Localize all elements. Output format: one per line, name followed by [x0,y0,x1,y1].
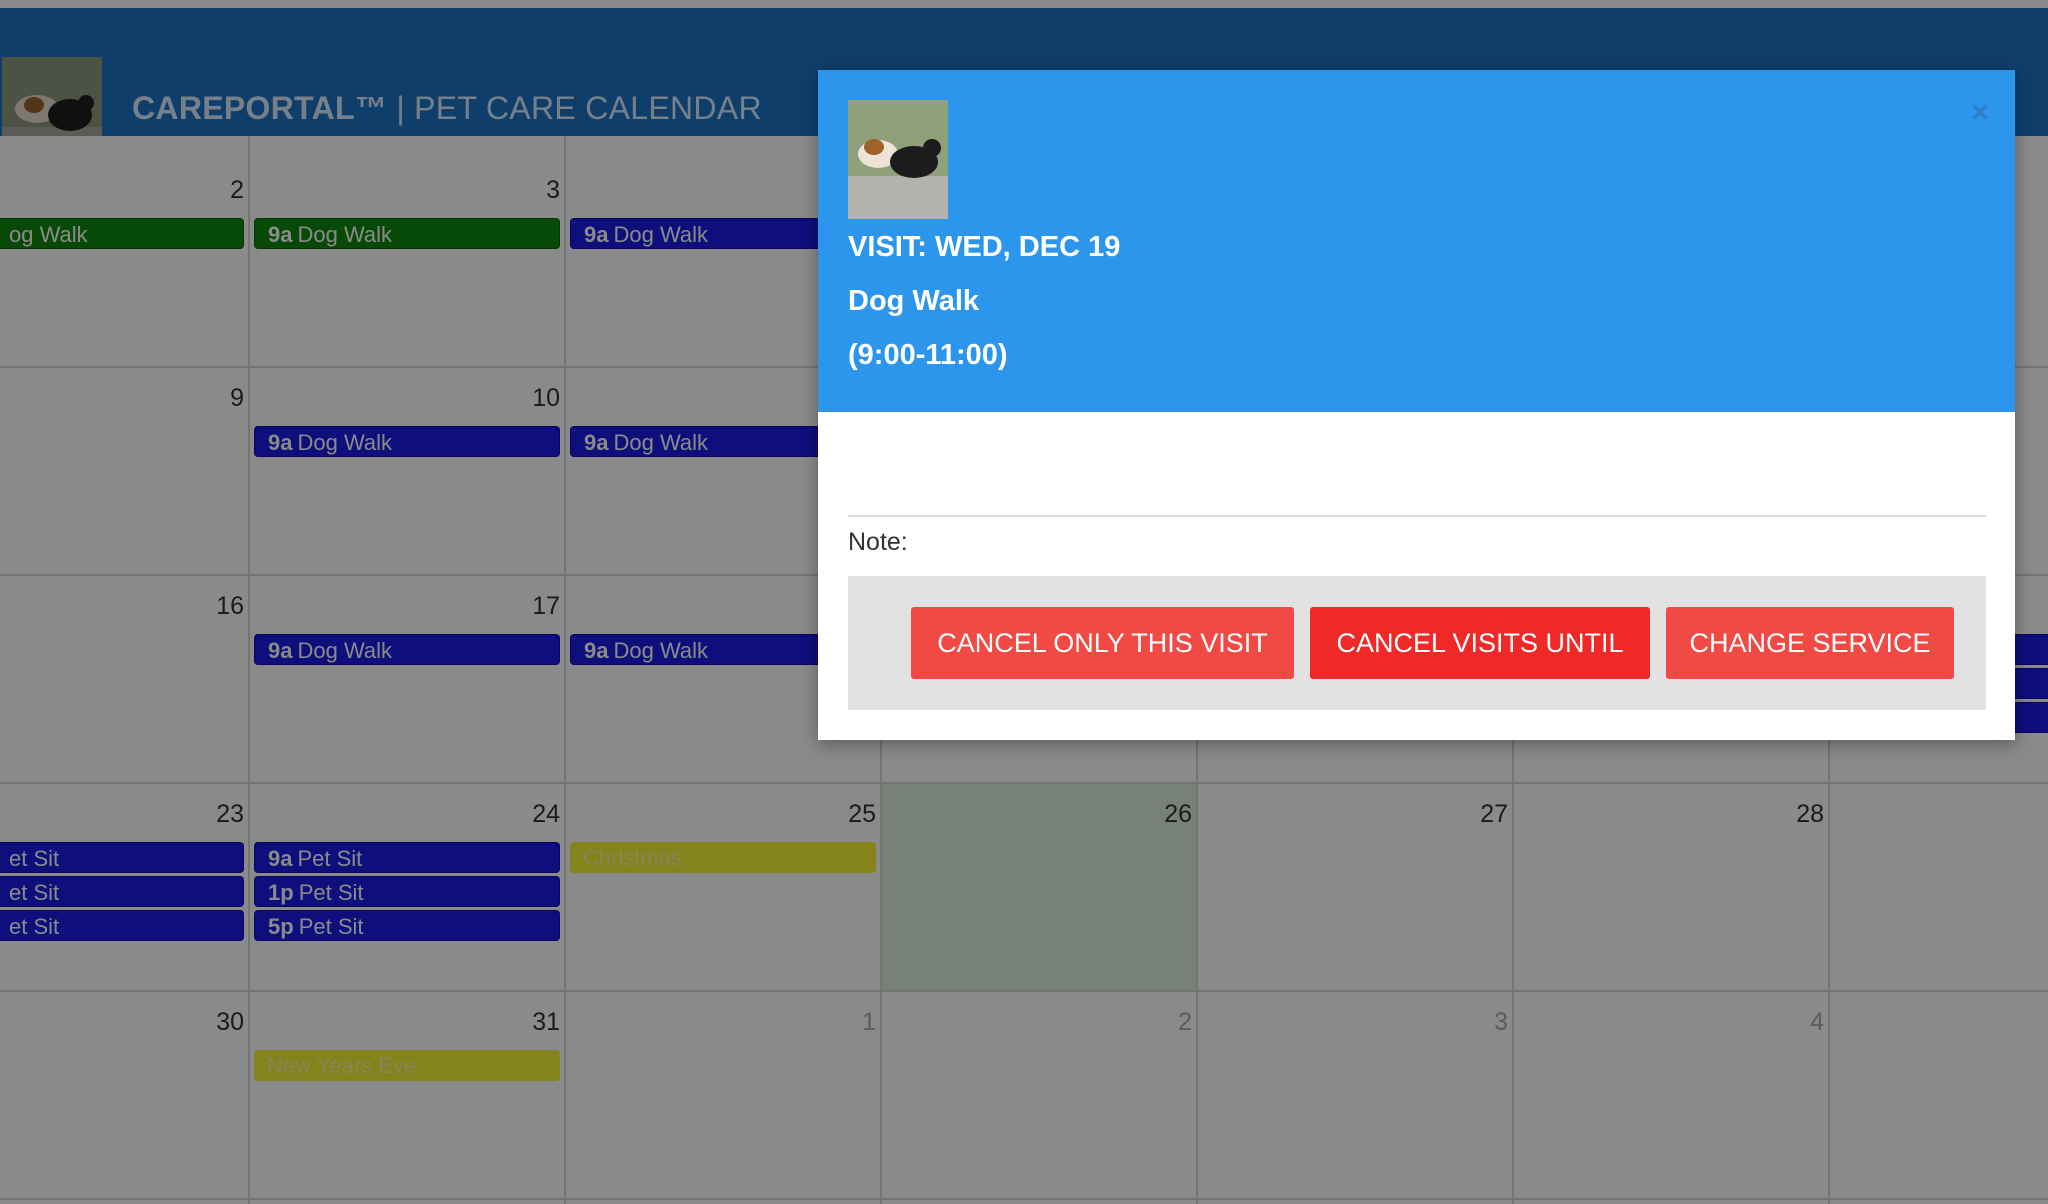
visit-dialog: × VISIT: WED, DEC 19 Dog Walk (9:00-11:0… [818,70,2015,740]
pet-photo [848,100,948,219]
cancel-only-this-visit-button[interactable]: CANCEL ONLY THIS VISIT [911,607,1294,679]
visit-date: VISIT: WED, DEC 19 [848,231,1121,263]
divider [848,515,1986,517]
dialog-actions: CANCEL ONLY THIS VISIT CANCEL VISITS UNT… [848,576,1986,710]
visit-service: Dog Walk [848,285,980,317]
close-icon[interactable]: × [1971,98,1989,128]
visit-time: (9:00-11:00) [848,339,1008,371]
page: CAREPORTAL™ | PET CARE CALENDAR 2 3 9 10… [0,0,2048,1204]
change-service-button[interactable]: CHANGE SERVICE [1666,607,1954,679]
cancel-visits-until-button[interactable]: CANCEL VISITS UNTIL [1310,607,1650,679]
visit-dialog-header: × VISIT: WED, DEC 19 Dog Walk (9:00-11:0… [818,70,2015,412]
note-label: Note: [848,528,908,556]
